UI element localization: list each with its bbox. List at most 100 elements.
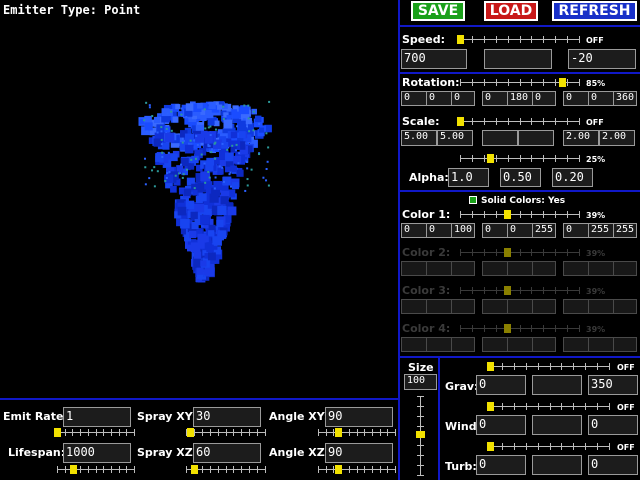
color-2-field-1[interactable] [401,261,427,276]
spray-xz-field[interactable]: 60 [193,443,261,463]
color-2-field-6[interactable] [532,261,556,276]
slider-knob[interactable] [487,362,494,371]
slider-knob[interactable] [335,428,342,437]
rotation-field-6[interactable]: 0 [532,91,556,106]
refresh-button[interactable]: REFRESH [552,1,637,21]
scale-field-4[interactable] [518,130,554,146]
color-1-field-5[interactable]: 0 [507,223,533,238]
color-1-field-2[interactable]: 0 [426,223,452,238]
slider-knob[interactable] [487,442,494,451]
color-4-field-7[interactable] [563,337,589,352]
color-4-field-3[interactable] [451,337,475,352]
lifespan-slider[interactable] [57,465,135,474]
size-slider[interactable] [416,396,425,476]
angle-xy-field[interactable]: 90 [325,407,393,427]
grav-field-3[interactable]: 350 [588,375,638,395]
speed-field-3[interactable]: -20 [568,49,636,69]
color-3-slider[interactable] [460,286,580,295]
turb-field-2[interactable] [532,455,582,475]
scale-field-3[interactable] [482,130,518,146]
grav-slider[interactable] [487,362,610,371]
color-1-field-6[interactable]: 255 [532,223,556,238]
color-3-field-5[interactable] [507,299,533,314]
alpha-slider[interactable] [460,154,580,163]
speed-field-1[interactable]: 700 [401,49,467,69]
spray-xz-slider[interactable] [186,465,266,474]
rotation-field-1[interactable]: 0 [401,91,427,106]
color-3-field-2[interactable] [426,299,452,314]
slider-knob[interactable] [504,286,511,295]
load-button[interactable]: LOAD [484,1,538,21]
color-2-field-2[interactable] [426,261,452,276]
rotation-field-7[interactable]: 0 [563,91,589,106]
slider-knob[interactable] [487,402,494,411]
color-2-field-3[interactable] [451,261,475,276]
wind-field-1[interactable]: 0 [476,415,526,435]
color-1-field-1[interactable]: 0 [401,223,427,238]
color-4-field-9[interactable] [613,337,637,352]
color-3-field-3[interactable] [451,299,475,314]
grav-field-1[interactable]: 0 [476,375,526,395]
color-4-field-6[interactable] [532,337,556,352]
color-2-field-5[interactable] [507,261,533,276]
color-3-field-8[interactable] [588,299,614,314]
wind-field-2[interactable] [532,415,582,435]
emit-rate-slider[interactable] [54,428,135,437]
color-4-field-5[interactable] [507,337,533,352]
lifespan-field[interactable]: 1000 [63,443,131,463]
slider-knob[interactable] [457,117,464,126]
alpha-field-2[interactable]: 0.50 [500,168,541,187]
solid-colors-checkbox[interactable] [469,196,477,204]
color-1-field-3[interactable]: 100 [451,223,475,238]
scale-field-6[interactable]: 2.00 [599,130,635,146]
slider-knob[interactable] [191,465,198,474]
color-3-field-7[interactable] [563,299,589,314]
save-button[interactable]: SAVE [411,1,465,21]
turb-slider[interactable] [487,442,610,451]
color-1-field-4[interactable]: 0 [482,223,508,238]
slider-knob[interactable] [187,428,194,437]
color-4-field-8[interactable] [588,337,614,352]
speed-field-2[interactable] [484,49,552,69]
color-2-field-9[interactable] [613,261,637,276]
color-4-field-2[interactable] [426,337,452,352]
color-2-field-8[interactable] [588,261,614,276]
rotation-field-8[interactable]: 0 [588,91,614,106]
scale-field-5[interactable]: 2.00 [563,130,599,146]
color-3-field-6[interactable] [532,299,556,314]
color-1-field-7[interactable]: 0 [563,223,589,238]
alpha-field-1[interactable]: 1.0 [448,168,489,187]
slider-knob[interactable] [335,465,342,474]
angle-xz-slider[interactable] [318,465,396,474]
emit-rate-field[interactable]: 1 [63,407,131,427]
rotation-field-9[interactable]: 360 [613,91,637,106]
slider-knob[interactable] [70,465,77,474]
turb-field-1[interactable]: 0 [476,455,526,475]
spray-xy-field[interactable]: 30 [193,407,261,427]
slider-knob[interactable] [54,428,61,437]
color-3-field-9[interactable] [613,299,637,314]
rotation-field-5[interactable]: 180 [507,91,533,106]
rotation-field-4[interactable]: 0 [482,91,508,106]
color-2-slider[interactable] [460,248,580,257]
color-2-field-4[interactable] [482,261,508,276]
color-1-field-9[interactable]: 255 [613,223,637,238]
color-1-slider[interactable] [460,210,580,219]
angle-xz-field[interactable]: 90 [325,443,393,463]
slider-knob[interactable] [504,248,511,257]
color-3-field-1[interactable] [401,299,427,314]
color-3-field-4[interactable] [482,299,508,314]
slider-knob[interactable] [457,35,464,44]
spray-xy-slider[interactable] [186,428,266,437]
rotation-slider[interactable] [460,78,580,87]
angle-xy-slider[interactable] [318,428,396,437]
wind-slider[interactable] [487,402,610,411]
wind-field-3[interactable]: 0 [588,415,638,435]
color-2-field-7[interactable] [563,261,589,276]
rotation-field-2[interactable]: 0 [426,91,452,106]
size-field[interactable]: 100 [404,374,437,390]
speed-slider[interactable] [457,35,580,44]
rotation-field-3[interactable]: 0 [451,91,475,106]
color-4-field-1[interactable] [401,337,427,352]
slider-knob[interactable] [559,78,566,87]
